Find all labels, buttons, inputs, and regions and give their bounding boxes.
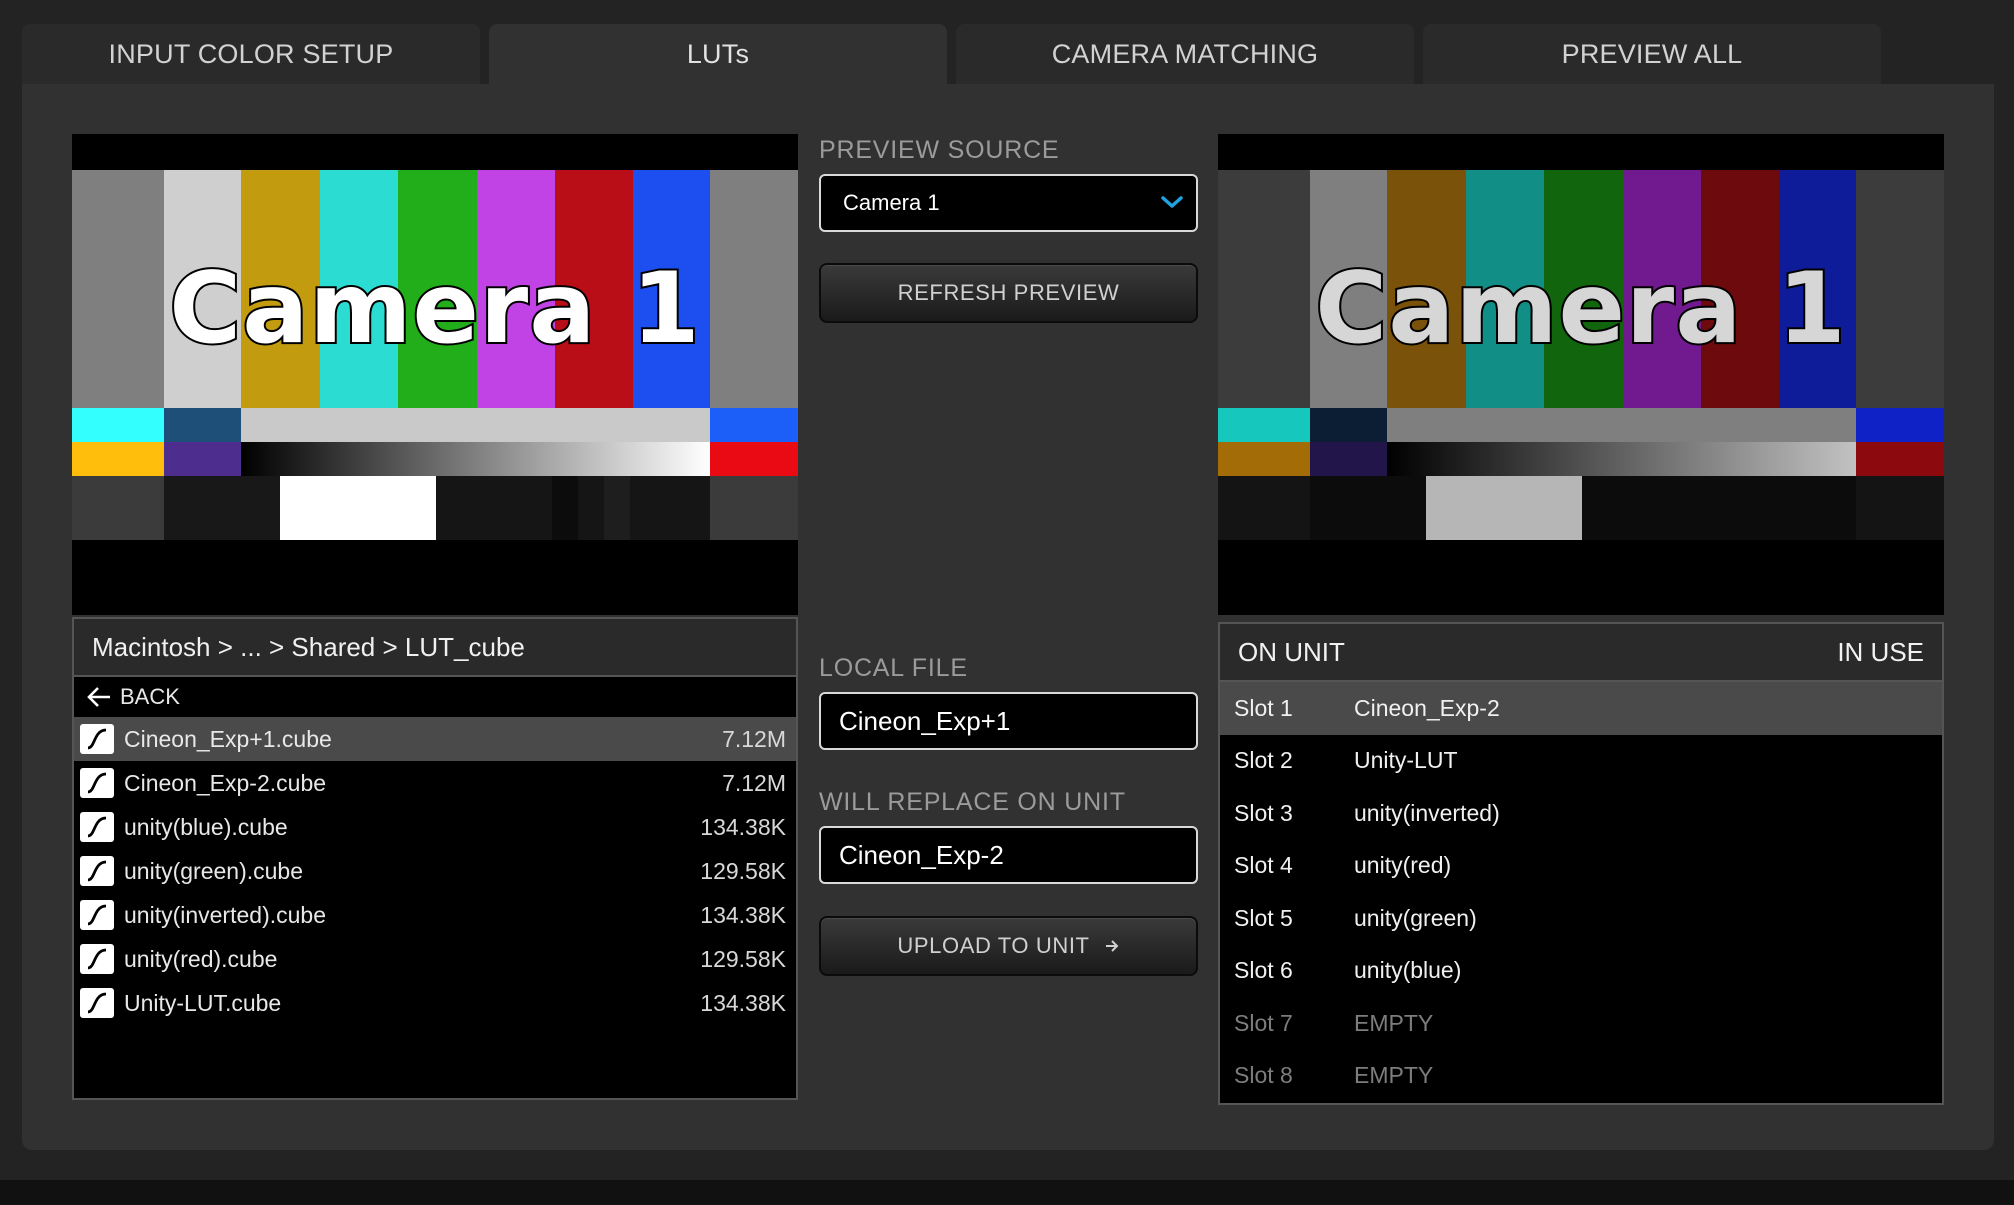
unit-table-header: ON UNIT IN USE	[1220, 624, 1942, 682]
camera-overlay-label: Camera 1	[1313, 250, 1847, 368]
slot-lut-name: Cineon_Exp-2	[1354, 694, 1500, 721]
local-file-field: Cineon_Exp+1	[819, 692, 1198, 750]
slot-lut-name: EMPTY	[1354, 1062, 1434, 1089]
camera-overlay-label: Camera 1	[167, 250, 701, 368]
file-name: unity(blue).cube	[124, 813, 288, 840]
slot-row[interactable]: Slot 7 EMPTY	[1220, 997, 1942, 1050]
lut-curve-icon	[80, 900, 114, 930]
slot-list: Slot 1 Cineon_Exp-2 Slot 2 Unity-LUT Slot 3 u…	[1220, 682, 1942, 1102]
file-name: Unity-LUT.cube	[124, 989, 282, 1016]
slot-row[interactable]: Slot 4 unity(red)	[1220, 840, 1942, 893]
file-name: Cineon_Exp+1.cube	[124, 725, 332, 752]
slot-number: Slot 8	[1234, 1062, 1293, 1089]
arrow-right-icon	[1104, 933, 1120, 959]
slot-lut-name: EMPTY	[1354, 1009, 1434, 1036]
file-name: unity(red).cube	[124, 945, 278, 972]
slot-lut-name: unity(blue)	[1354, 957, 1462, 984]
file-list: Cineon_Exp+1.cube 7.12M Cineon_Exp-2.cube 7…	[74, 717, 796, 1025]
file-name: Cineon_Exp-2.cube	[124, 769, 327, 796]
breadcrumb: Macintosh > ... > Shared > LUT_cube	[74, 619, 796, 677]
preview-source-label: PREVIEW SOURCE	[819, 136, 1060, 164]
slot-row[interactable]: Slot 8 EMPTY	[1220, 1050, 1942, 1103]
lut-curve-icon	[80, 988, 114, 1018]
chevron-down-icon	[1160, 190, 1184, 216]
tab-input-color-setup[interactable]: INPUT COLOR SETUP	[22, 24, 480, 84]
file-row[interactable]: Cineon_Exp-2.cube 7.12M	[74, 761, 796, 805]
file-row[interactable]: Unity-LUT.cube 134.38K	[74, 981, 796, 1025]
file-row[interactable]: Cineon_Exp+1.cube 7.12M	[74, 717, 796, 761]
will-replace-field: Cineon_Exp-2	[819, 826, 1198, 884]
local-file-value: Cineon_Exp+1	[839, 705, 1011, 736]
back-button[interactable]: BACK	[74, 677, 796, 717]
slot-row[interactable]: Slot 2 Unity-LUT	[1220, 735, 1942, 788]
file-size: 7.12M	[722, 725, 786, 752]
slot-number: Slot 6	[1234, 957, 1293, 984]
tab-luts[interactable]: LUTs	[489, 24, 947, 84]
lut-curve-icon	[80, 856, 114, 886]
slot-lut-name: unity(red)	[1354, 852, 1452, 879]
file-row[interactable]: unity(inverted).cube 134.38K	[74, 893, 796, 937]
slot-row[interactable]: Slot 5 unity(green)	[1220, 892, 1942, 945]
file-name: unity(inverted).cube	[124, 901, 326, 928]
file-size: 134.38K	[700, 989, 786, 1016]
upload-label: UPLOAD TO UNIT	[897, 933, 1090, 958]
file-row[interactable]: unity(red).cube 129.58K	[74, 937, 796, 981]
slot-row[interactable]: Slot 1 Cineon_Exp-2	[1220, 682, 1942, 735]
file-browser: Macintosh > ... > Shared > LUT_cube BACK…	[72, 617, 798, 1100]
arrow-left-icon	[86, 686, 112, 708]
unit-lut-table: ON UNIT IN USE Slot 1 Cineon_Exp-2 Slot 2 U…	[1218, 622, 1944, 1105]
file-size: 129.58K	[700, 945, 786, 972]
slot-number: Slot 4	[1234, 852, 1293, 879]
file-name: unity(green).cube	[124, 857, 303, 884]
source-preview: Camera 1	[72, 134, 798, 615]
slot-number: Slot 5	[1234, 904, 1293, 931]
file-row[interactable]: unity(blue).cube 134.38K	[74, 805, 796, 849]
slot-number: Slot 3	[1234, 799, 1293, 826]
slot-row[interactable]: Slot 3 unity(inverted)	[1220, 787, 1942, 840]
slot-number: Slot 7	[1234, 1009, 1293, 1036]
preview-source-select[interactable]: Camera 1	[819, 174, 1198, 232]
tab-camera-matching[interactable]: CAMERA MATCHING	[956, 24, 1414, 84]
slot-number: Slot 1	[1234, 694, 1293, 721]
file-size: 7.12M	[722, 769, 786, 796]
tab-preview-all[interactable]: PREVIEW ALL	[1423, 24, 1881, 84]
slot-row[interactable]: Slot 6 unity(blue)	[1220, 945, 1942, 998]
file-size: 134.38K	[700, 813, 786, 840]
lut-curve-icon	[80, 944, 114, 974]
file-row[interactable]: unity(green).cube 129.58K	[74, 849, 796, 893]
file-size: 129.58K	[700, 857, 786, 884]
back-label: BACK	[120, 684, 180, 709]
lut-curve-icon	[80, 812, 114, 842]
lut-curve-icon	[80, 724, 114, 754]
preview-source-value: Camera 1	[843, 190, 940, 215]
bottom-bar	[0, 1180, 2014, 1205]
lut-preview: Camera 1	[1218, 134, 1944, 615]
lut-curve-icon	[80, 768, 114, 798]
local-file-label: LOCAL FILE	[819, 654, 968, 682]
will-replace-label: WILL REPLACE ON UNIT	[819, 788, 1126, 816]
slot-lut-name: unity(inverted)	[1354, 799, 1500, 826]
refresh-preview-button[interactable]: REFRESH PREVIEW	[819, 263, 1198, 323]
in-use-header: IN USE	[1837, 636, 1924, 667]
slot-number: Slot 2	[1234, 747, 1293, 774]
slot-lut-name: unity(green)	[1354, 904, 1477, 931]
will-replace-value: Cineon_Exp-2	[839, 839, 1004, 870]
file-size: 134.38K	[700, 901, 786, 928]
on-unit-header: ON UNIT	[1238, 636, 1345, 667]
upload-to-unit-button[interactable]: UPLOAD TO UNIT	[819, 916, 1198, 976]
slot-lut-name: Unity-LUT	[1354, 747, 1458, 774]
